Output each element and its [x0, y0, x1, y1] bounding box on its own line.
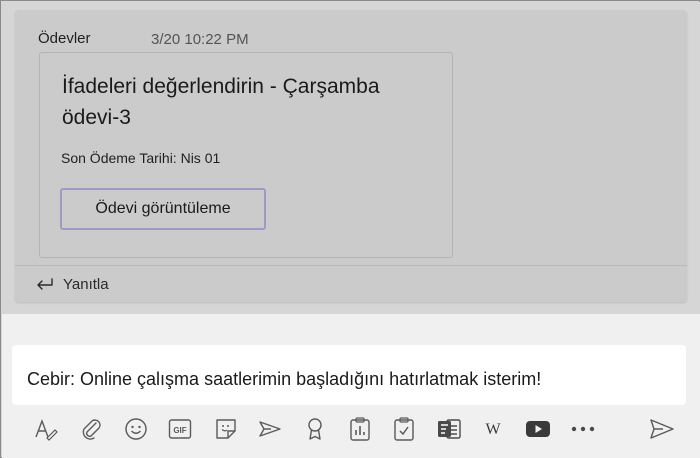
praise-icon[interactable] [301, 415, 329, 443]
wikipedia-icon[interactable]: W [479, 415, 507, 443]
assignments-icon[interactable] [390, 415, 418, 443]
more-icon[interactable] [569, 415, 597, 443]
attach-icon[interactable] [77, 415, 105, 443]
send-icon[interactable] [648, 415, 676, 443]
reply-divider [15, 265, 687, 266]
youtube-icon[interactable] [524, 415, 552, 443]
app-window: Ödevler 3/20 10:22 PM İfadeleri değerlen… [0, 0, 700, 458]
forms-icon[interactable] [435, 415, 463, 443]
gif-icon[interactable]: GIF [166, 415, 194, 443]
emoji-icon[interactable] [122, 415, 150, 443]
compose-text[interactable]: Cebir: Online çalışma saatlerimin başlad… [27, 369, 541, 390]
compose-area: Cebir: Online çalışma saatlerimin başlad… [2, 314, 700, 458]
gif-label: GIF [173, 426, 186, 435]
reply-button[interactable]: Yanıtla [35, 273, 109, 295]
assignment-card: İfadeleri değerlendirin - Çarşamba ödevi… [39, 52, 453, 258]
reply-label: Yanıtla [63, 275, 109, 293]
due-date: Son Ödeme Tarihi: Nis 01 [61, 150, 221, 166]
assignment-title: İfadeleri değerlendirin - Çarşamba ödevi… [62, 75, 380, 129]
wiki-label: W [485, 421, 501, 438]
message-timestamp: 3/20 10:22 PM [151, 31, 249, 48]
reply-arrow-icon [37, 278, 53, 290]
format-icon[interactable] [32, 415, 60, 443]
sticker-icon[interactable] [212, 415, 240, 443]
message-post: Ödevler 3/20 10:22 PM İfadeleri değerlen… [15, 10, 687, 302]
view-assignment-button[interactable]: Ödevi görüntüleme [60, 188, 266, 230]
message-sender: Ödevler [38, 30, 91, 47]
conversation-area: Ödevler 3/20 10:22 PM İfadeleri değerlen… [2, 2, 700, 314]
insights-icon[interactable] [346, 415, 374, 443]
meet-icon[interactable] [256, 415, 284, 443]
